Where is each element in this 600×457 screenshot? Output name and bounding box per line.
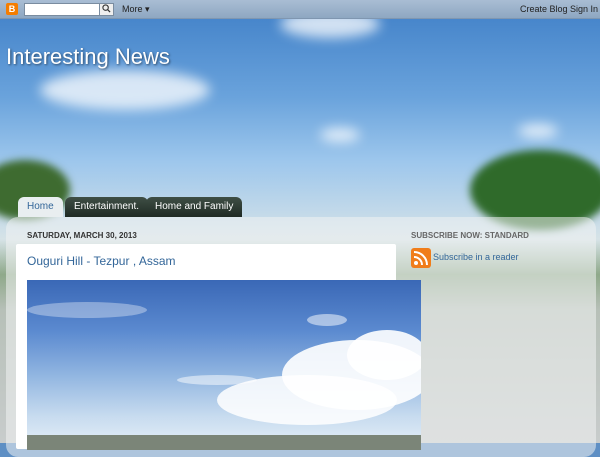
cloud <box>518 124 558 138</box>
more-menu[interactable]: More ▾ <box>122 4 150 15</box>
navbar: B More ▾ Create Blog Sign In <box>0 0 600 19</box>
search-input[interactable] <box>24 3 100 16</box>
blogger-logo-icon[interactable]: B <box>6 3 18 15</box>
blog-title[interactable]: Interesting News <box>6 44 170 70</box>
magnifier-icon <box>102 4 111 13</box>
subscribe-in-reader-link[interactable]: Subscribe in a reader <box>433 252 519 262</box>
search-button[interactable] <box>99 3 114 16</box>
post-date: SATURDAY, MARCH 30, 2013 <box>27 231 137 240</box>
sign-in-link[interactable]: Sign In <box>570 4 598 14</box>
tab-home-and-family[interactable]: Home and Family <box>146 197 243 217</box>
cloud <box>320 128 360 142</box>
cloud <box>40 70 210 110</box>
tab-home[interactable]: Home <box>18 197 63 217</box>
rss-glyph <box>413 251 428 266</box>
sky-photo <box>27 302 421 450</box>
tab-entertainment[interactable]: Entertainment. <box>65 197 149 217</box>
post-image[interactable] <box>27 280 421 450</box>
rss-feed-icon[interactable] <box>411 248 431 268</box>
create-blog-link[interactable]: Create Blog <box>520 4 568 14</box>
post-title[interactable]: Ouguri Hill - Tezpur , Assam <box>27 254 176 268</box>
sidebar-heading: SUBSCRIBE NOW: STANDARD <box>411 231 529 240</box>
